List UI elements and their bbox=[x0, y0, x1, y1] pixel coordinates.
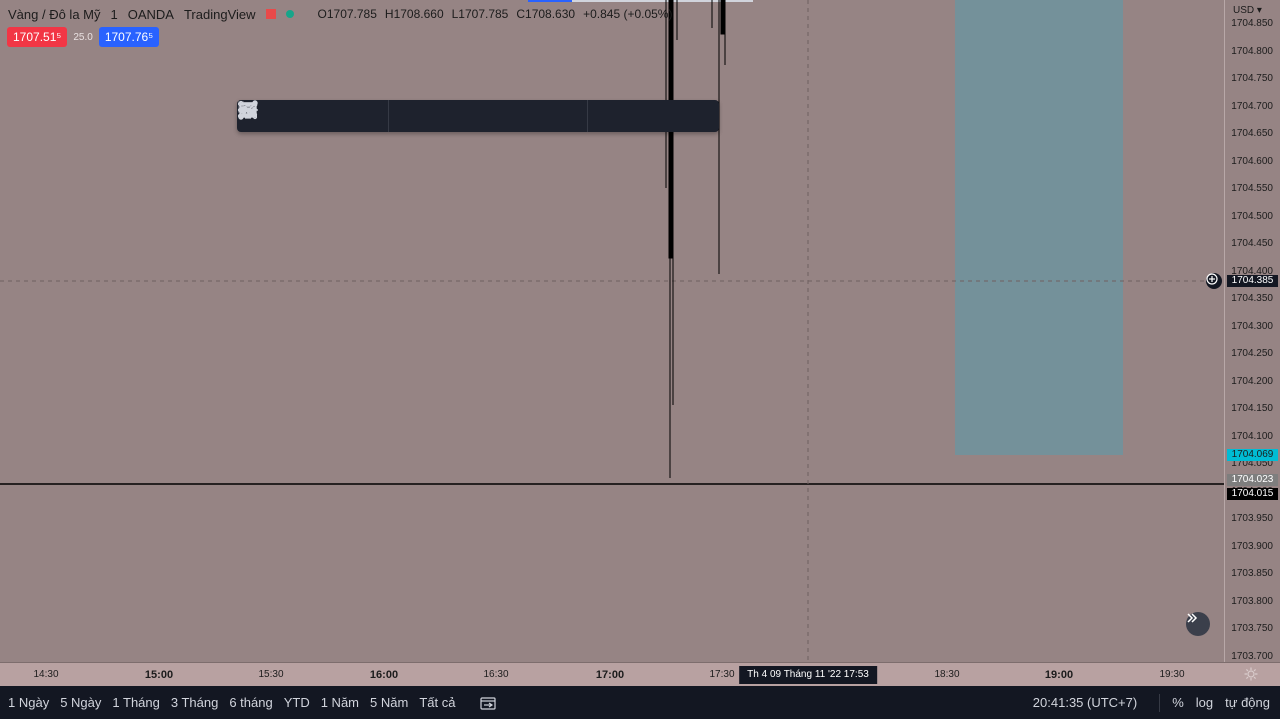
chart-canvas[interactable]: Vàng / Đô la Mỹ 1 OANDA TradingView O170… bbox=[0, 0, 1224, 662]
price-tick-label: 1703.750 bbox=[1231, 623, 1273, 634]
price-axis[interactable]: USD ▾ 1704.850 1704.800 1704.750 1704.700 17… bbox=[1224, 0, 1280, 662]
bottom-separator bbox=[1159, 693, 1161, 712]
price-tick-label: 1704.700 bbox=[1231, 100, 1273, 112]
market-status-icon[interactable] bbox=[265, 9, 276, 19]
zone-rectangle bbox=[955, 0, 1123, 455]
price-tick-label: 1704.750 bbox=[1231, 73, 1273, 84]
time-tick-label: 16:00 bbox=[369, 669, 399, 681]
log-toggle[interactable]: log bbox=[1196, 695, 1213, 710]
buy-button[interactable]: 1707.76⁵ bbox=[98, 27, 160, 47]
range-1y-button[interactable]: 1 Năm bbox=[321, 695, 359, 710]
ohlc-open: O1707.785 bbox=[317, 7, 377, 21]
text-icon[interactable] bbox=[242, 100, 455, 132]
range-3m-button[interactable]: 3 Tháng bbox=[171, 695, 218, 710]
symbol-interval: 1 bbox=[110, 6, 118, 22]
range-1m-button[interactable]: 1 Tháng bbox=[112, 695, 159, 710]
crosshair-time-tag: Th 4 09 Tháng 11 '22 17:53 bbox=[739, 666, 877, 684]
price-tick-label: 1704.300 bbox=[1231, 320, 1273, 332]
range-5d-button[interactable]: 5 Ngày bbox=[60, 695, 101, 710]
price-tick-label: 1704.800 bbox=[1231, 45, 1273, 57]
ohlc-values: O1707.785 H1708.660 L1707.785 C1708.630 … bbox=[318, 7, 673, 21]
range-6m-button[interactable]: 6 tháng bbox=[229, 695, 272, 710]
zone-price-tag: 1704.069 bbox=[1227, 449, 1278, 461]
ohlc-change: +0.845 (+0.05%) bbox=[583, 7, 673, 21]
time-tick-label: 17:30 bbox=[709, 669, 735, 680]
callout-icon[interactable] bbox=[239, 100, 653, 132]
path-icon[interactable] bbox=[238, 100, 554, 132]
symbol-broker: OANDA bbox=[127, 6, 174, 22]
time-tick-label: 19:00 bbox=[1044, 669, 1074, 681]
time-tick-label: 18:30 bbox=[934, 669, 960, 680]
range-5y-button[interactable]: 5 Năm bbox=[370, 695, 408, 710]
auto-scale-toggle[interactable]: tự động bbox=[1225, 695, 1270, 710]
symbol-name[interactable]: Vàng / Đô la Mỹ bbox=[8, 7, 101, 22]
price-tick-label: 1704.850 bbox=[1231, 18, 1273, 29]
symbol-legend: Vàng / Đô la Mỹ 1 OANDA TradingView O170… bbox=[8, 5, 672, 23]
price-tick-label: 1704.650 bbox=[1231, 128, 1273, 139]
price-tick-label: 1703.900 bbox=[1231, 540, 1273, 552]
fib-retracement-icon[interactable] bbox=[237, 100, 323, 132]
price-tick-label: 1704.450 bbox=[1231, 238, 1273, 249]
clock-timezone[interactable]: 20:41:35 (UTC+7) bbox=[1033, 695, 1137, 710]
price-tick-label: 1704.600 bbox=[1231, 155, 1273, 167]
range-all-button[interactable]: Tất cả bbox=[419, 695, 455, 710]
time-tick-label: 14:30 bbox=[33, 669, 59, 680]
range-ytd-button[interactable]: YTD bbox=[284, 695, 310, 710]
price-tick-label: 1703.700 bbox=[1231, 650, 1273, 662]
price-tick-label: 1703.800 bbox=[1231, 595, 1273, 607]
sell-button[interactable]: 1707.51⁵ bbox=[7, 27, 68, 47]
data-status-icon[interactable] bbox=[285, 10, 294, 18]
crosshair-price-tag: 1704.385 bbox=[1227, 275, 1278, 287]
brush-icon[interactable] bbox=[238, 100, 290, 132]
time-axis[interactable]: 14:30 15:00 15:30 16:00 16:30 17:00 17:30 18:30… bbox=[0, 662, 1280, 687]
time-tick-label: 16:30 bbox=[483, 669, 509, 680]
symbol-source: TradingView bbox=[183, 6, 256, 22]
time-tick-label: 15:00 bbox=[144, 669, 174, 681]
settings-gear-icon[interactable] bbox=[1244, 667, 1258, 686]
go-to-date-icon[interactable] bbox=[480, 696, 497, 710]
scroll-to-realtime-button[interactable] bbox=[1186, 612, 1210, 636]
ohlc-high: H1708.660 bbox=[384, 7, 444, 21]
double-chevron-right-icon bbox=[1187, 613, 1198, 623]
ohlc-low: L1707.785 bbox=[451, 7, 509, 21]
pitchfork-icon[interactable] bbox=[238, 100, 587, 132]
bottom-right-controls: 20:41:35 (UTC+7) % log tự động bbox=[1033, 686, 1270, 719]
price-tick-label: 1704.550 bbox=[1231, 183, 1273, 194]
parallel-channel-icon[interactable] bbox=[237, 100, 521, 132]
horizontal-line-icon[interactable] bbox=[238, 100, 389, 132]
price-tick-label: 1703.850 bbox=[1231, 568, 1273, 579]
date-range-buttons: 1 Ngày 5 Ngày 1 Tháng 3 Tháng 6 tháng YT… bbox=[8, 686, 497, 719]
balloon-icon[interactable] bbox=[240, 100, 686, 132]
candles bbox=[665, 0, 726, 478]
time-tick-label: 19:30 bbox=[1159, 669, 1185, 680]
percent-toggle[interactable]: % bbox=[1172, 695, 1184, 710]
bottom-toolbar: 1 Ngày 5 Ngày 1 Tháng 3 Tháng 6 tháng YT… bbox=[0, 686, 1280, 719]
price-tick-label: 1704.200 bbox=[1231, 375, 1273, 387]
drawing-toolbar bbox=[237, 100, 719, 132]
horizontal-ray-icon[interactable] bbox=[238, 100, 356, 132]
time-tick-label: 15:30 bbox=[258, 669, 284, 680]
trend-line-icon[interactable] bbox=[238, 100, 488, 132]
long-position-icon[interactable] bbox=[240, 100, 621, 132]
spread-value: 25.0 bbox=[73, 31, 93, 43]
line-price-tag: 1704.015 bbox=[1227, 488, 1278, 500]
price-tick-label: 1704.150 bbox=[1231, 403, 1273, 414]
measure-icon[interactable] bbox=[238, 100, 719, 132]
time-tick-label: 17:00 bbox=[595, 669, 625, 681]
price-tick-label: 1704.500 bbox=[1231, 210, 1273, 222]
trade-buttons: 1707.51⁵ 25.0 1707.76⁵ bbox=[7, 27, 160, 47]
price-tick-label: 1704.250 bbox=[1231, 348, 1273, 359]
price-tick-label: 1704.100 bbox=[1231, 430, 1273, 442]
add-alert-plus-icon[interactable] bbox=[1206, 273, 1222, 289]
range-1d-button[interactable]: 1 Ngày bbox=[8, 695, 49, 710]
rectangle-icon[interactable] bbox=[238, 100, 422, 132]
price-tick-label: 1704.350 bbox=[1231, 293, 1273, 304]
secondary-price-tag: 1704.023 bbox=[1227, 474, 1278, 486]
currency-selector[interactable]: USD ▾ bbox=[1233, 5, 1262, 16]
price-tick-label: 1703.950 bbox=[1231, 513, 1273, 524]
ohlc-close: C1708.630 bbox=[516, 7, 576, 21]
